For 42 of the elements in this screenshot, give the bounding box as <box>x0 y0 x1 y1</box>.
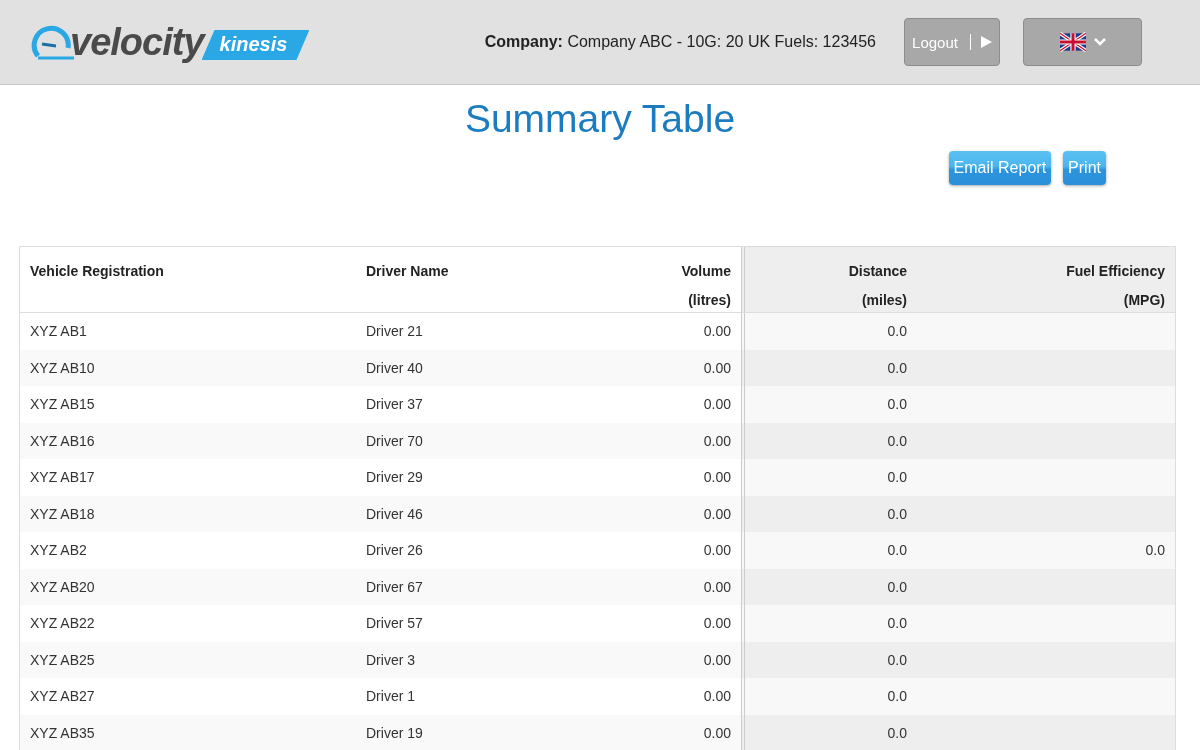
table-cell: 0.0 <box>741 568 917 605</box>
table-cell: 0.00 <box>601 349 741 386</box>
table-cell: 0.00 <box>601 714 741 750</box>
column-header: Distance (miles) <box>741 247 917 313</box>
table-cell: XYZ AB20 <box>20 568 356 605</box>
table-cell: XYZ AB10 <box>20 349 356 386</box>
column-header: Fuel Efficiency (MPG) <box>917 247 1175 313</box>
table-cell: Driver 40 <box>356 349 601 386</box>
table-cell: 0.0 <box>741 678 917 715</box>
table-cell: 0.0 <box>741 313 917 350</box>
play-icon <box>980 36 992 48</box>
table-cell: Driver 70 <box>356 422 601 459</box>
table-cell: 0.0 <box>741 714 917 750</box>
table-cell: 0.0 <box>741 386 917 423</box>
table-cell: 0.00 <box>601 495 741 532</box>
table-cell: 0.0 <box>741 349 917 386</box>
table-cell: 0.00 <box>601 641 741 678</box>
table-cell: Driver 3 <box>356 641 601 678</box>
table-cell: 0.0 <box>741 641 917 678</box>
table-cell: 0.0 <box>741 422 917 459</box>
email-report-button[interactable]: Email Report <box>948 151 1052 185</box>
page-title: Summary Table <box>463 97 737 142</box>
table-cell: XYZ AB16 <box>20 422 356 459</box>
table-cell: Driver 19 <box>356 714 601 750</box>
logout-button[interactable]: Logout <box>904 18 1000 66</box>
chevron-down-icon <box>1093 38 1106 46</box>
table-cell: 0.0 <box>917 532 1175 569</box>
table-cell: XYZ AB35 <box>20 714 356 750</box>
table-cell: 0.00 <box>601 568 741 605</box>
table-cell: XYZ AB25 <box>20 641 356 678</box>
company-info: Company: Company ABC - 10G: 20 UK Fuels: 123456 <box>484 33 876 51</box>
uk-flag-icon <box>1059 32 1086 52</box>
table-cell: 0.0 <box>741 532 917 569</box>
table-cell: XYZ AB18 <box>20 495 356 532</box>
table-cell: Driver 46 <box>356 495 601 532</box>
table-cell: 0.00 <box>601 422 741 459</box>
print-button[interactable]: Print <box>1063 151 1106 185</box>
language-dropdown[interactable] <box>1023 18 1142 66</box>
table-cell: 0.0 <box>741 459 917 496</box>
table-cell: 0.0 <box>741 605 917 642</box>
table-cell: Driver 67 <box>356 568 601 605</box>
table-cell: 0.0 <box>741 495 917 532</box>
